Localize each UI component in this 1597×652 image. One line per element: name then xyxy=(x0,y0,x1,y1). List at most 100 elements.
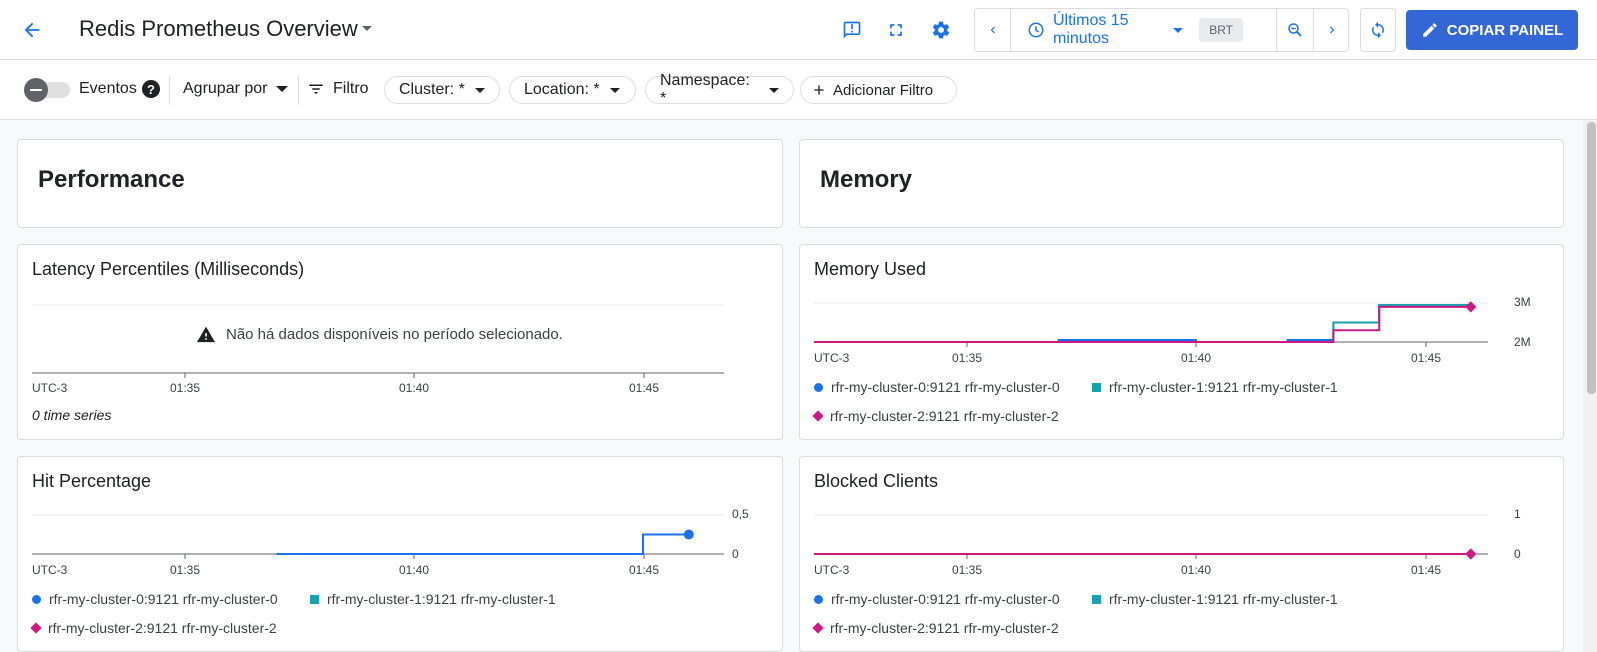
chevron-down-icon xyxy=(474,87,485,93)
help-icon[interactable]: ? xyxy=(142,80,160,98)
legend-item[interactable]: rfr-my-cluster-0:9121 rfr-my-cluster-0 xyxy=(32,591,278,607)
filter-button[interactable]: Filtro xyxy=(307,80,369,98)
auto-refresh-icon[interactable] xyxy=(1360,8,1396,52)
legend-square-marker xyxy=(310,594,319,604)
x-tick-label: 01:35 xyxy=(170,563,201,577)
timezone-badge: BRT xyxy=(1199,18,1243,42)
legend-square-marker xyxy=(1092,382,1101,392)
chevron-down-icon xyxy=(769,87,779,93)
legend-label: rfr-my-cluster-1:9121 rfr-my-cluster-1 xyxy=(327,591,556,607)
legend-label: rfr-my-cluster-2:9121 rfr-my-cluster-2 xyxy=(830,620,1059,636)
location-filter-chip[interactable]: Location: * xyxy=(509,76,636,104)
x-tick-label: 01:35 xyxy=(952,563,983,577)
time-back-chevron-icon[interactable] xyxy=(975,9,1010,51)
warning-icon xyxy=(197,326,215,343)
legend-item[interactable]: rfr-my-cluster-2:9121 rfr-my-cluster-2 xyxy=(812,408,1059,424)
legend-item[interactable]: rfr-my-cluster-1:9121 rfr-my-cluster-1 xyxy=(310,591,556,607)
timezone-label: UTC-3 xyxy=(32,381,68,395)
x-tick-label: 01:40 xyxy=(1181,351,1212,365)
legend-item[interactable]: rfr-my-cluster-2:9121 rfr-my-cluster-2 xyxy=(30,620,277,636)
plus-icon xyxy=(814,85,824,95)
settings-gear-icon[interactable] xyxy=(927,16,955,44)
copy-dashboard-label: COPIAR PAINEL xyxy=(1446,21,1564,39)
y-tick-label: 0 xyxy=(732,547,739,561)
legend-item[interactable]: rfr-my-cluster-1:9121 rfr-my-cluster-1 xyxy=(1092,591,1338,607)
legend-circle-marker xyxy=(814,382,823,392)
legend-label: rfr-my-cluster-0:9121 rfr-my-cluster-0 xyxy=(831,591,1060,607)
group-by-dropdown[interactable]: Agrupar por xyxy=(183,80,288,98)
time-series-count: 0 time series xyxy=(32,407,112,423)
latency-chart-card: Latency Percentiles (Milliseconds) Não h… xyxy=(17,244,783,440)
copy-dashboard-button[interactable]: COPIAR PAINEL xyxy=(1406,10,1578,50)
time-range-control: Últimos 15 minutos BRT xyxy=(974,8,1349,52)
y-tick-label: 3M xyxy=(1514,295,1531,309)
filter-bar: Eventos ? Agrupar por Filtro Cluster: * … xyxy=(0,60,1597,120)
namespace-filter-chip[interactable]: Namespace: * xyxy=(645,72,794,107)
memory-used-chart-card: Memory Used 3M 2M UTC-3 01:35 01:40 01:4… xyxy=(799,244,1564,440)
x-tick-label: 01:35 xyxy=(952,351,983,365)
filter-list-icon xyxy=(309,84,323,94)
x-tick-label: 01:45 xyxy=(1411,351,1442,365)
zoom-out-icon[interactable] xyxy=(1277,9,1313,51)
scrollbar-thumb[interactable] xyxy=(1587,122,1596,394)
add-filter-button[interactable]: Adicionar Filtro xyxy=(800,76,957,104)
feedback-icon[interactable] xyxy=(838,16,866,44)
x-tick-label: 01:35 xyxy=(170,381,201,395)
pencil-icon xyxy=(1423,23,1437,37)
fullscreen-icon[interactable] xyxy=(882,16,910,44)
legend-label: rfr-my-cluster-1:9121 rfr-my-cluster-1 xyxy=(1109,379,1338,395)
performance-section-header: Performance xyxy=(17,139,783,228)
series-line[interactable] xyxy=(276,533,689,555)
timezone-label: UTC-3 xyxy=(814,563,850,577)
legend-item[interactable]: rfr-my-cluster-0:9121 rfr-my-cluster-0 xyxy=(814,379,1060,395)
filter-label: Filtro xyxy=(333,80,369,97)
x-tick-label: 01:45 xyxy=(629,381,660,395)
x-tick-label: 01:40 xyxy=(399,563,430,577)
cluster-filter-label: Cluster: * xyxy=(399,81,465,98)
hit-percentage-chart-card: Hit Percentage 0,5 0 UTC-3 01:35 01:40 0… xyxy=(17,456,783,652)
section-title: Memory xyxy=(820,166,913,193)
legend-circle-marker xyxy=(32,594,41,604)
legend-diamond-marker xyxy=(30,622,42,634)
timezone-label: UTC-3 xyxy=(814,351,850,365)
time-range-caret-icon xyxy=(1173,27,1184,33)
x-tick-label: 01:40 xyxy=(1181,563,1212,577)
chevron-down-icon xyxy=(609,87,620,93)
legend-item[interactable]: rfr-my-cluster-2:9121 rfr-my-cluster-2 xyxy=(812,620,1059,636)
legend-item[interactable]: rfr-my-cluster-0:9121 rfr-my-cluster-0 xyxy=(814,591,1060,607)
section-title: Performance xyxy=(38,166,185,193)
x-tick-label: 01:40 xyxy=(399,381,430,395)
memory-section-header: Memory xyxy=(799,139,1564,228)
clock-icon xyxy=(1028,22,1044,38)
legend-label: rfr-my-cluster-1:9121 rfr-my-cluster-1 xyxy=(1109,591,1338,607)
back-arrow-icon[interactable] xyxy=(18,16,46,44)
legend-diamond-marker xyxy=(812,410,824,422)
series-end-point[interactable] xyxy=(1465,548,1477,560)
legend-circle-marker xyxy=(814,594,823,604)
group-by-label: Agrupar por xyxy=(183,80,268,97)
y-tick-label: 0 xyxy=(1514,547,1521,561)
cluster-filter-chip[interactable]: Cluster: * xyxy=(384,76,500,104)
blocked-clients-chart-card: Blocked Clients 1 0 UTC-3 01:35 01:40 01… xyxy=(799,456,1564,652)
series-line[interactable] xyxy=(814,305,1471,343)
legend-label: rfr-my-cluster-2:9121 rfr-my-cluster-2 xyxy=(830,408,1059,424)
add-filter-label: Adicionar Filtro xyxy=(833,81,934,99)
x-tick-label: 01:45 xyxy=(629,563,660,577)
series-end-point[interactable] xyxy=(683,529,694,540)
events-toggle[interactable] xyxy=(24,78,70,102)
legend-item[interactable]: rfr-my-cluster-1:9121 rfr-my-cluster-1 xyxy=(1092,379,1338,395)
series-line[interactable] xyxy=(814,303,1471,343)
legend-label: rfr-my-cluster-0:9121 rfr-my-cluster-0 xyxy=(831,379,1060,395)
dashboard-title: Redis Prometheus Overview xyxy=(79,16,358,41)
time-forward-chevron-icon[interactable] xyxy=(1314,9,1349,51)
title-dropdown-caret-icon[interactable] xyxy=(362,26,372,31)
namespace-filter-label: Namespace: * xyxy=(660,72,750,107)
location-filter-label: Location: * xyxy=(524,81,600,98)
time-range-selector[interactable]: Últimos 15 minutos BRT xyxy=(1011,9,1243,51)
latency-chart-axes xyxy=(32,304,724,378)
legend-label: rfr-my-cluster-0:9121 rfr-my-cluster-0 xyxy=(49,591,278,607)
timezone-label: UTC-3 xyxy=(32,563,68,577)
top-bar: Redis Prometheus Overview Últimos 15 min… xyxy=(0,0,1597,60)
y-tick-label: 0,5 xyxy=(732,507,749,521)
y-tick-label: 1 xyxy=(1514,507,1521,521)
